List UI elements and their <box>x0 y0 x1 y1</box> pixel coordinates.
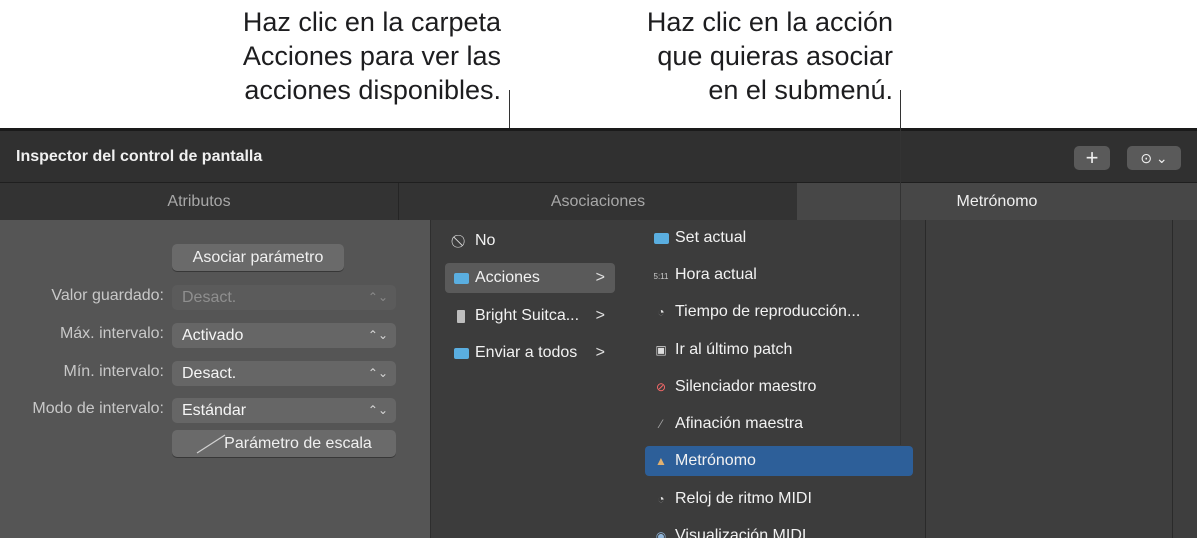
action-current-time[interactable]: 5:11 Hora actual <box>645 260 913 290</box>
stepper-icon: ⌃⌄ <box>367 328 388 342</box>
inspector-tabs: Atributos Asociaciones Metrónomo <box>0 182 1197 220</box>
action-midi-clock[interactable]: ◔ Reloj de ritmo MIDI <box>645 484 913 514</box>
stepper-icon: ⌃⌄ <box>367 366 388 380</box>
mapping-column-4 <box>1173 220 1197 538</box>
callout-actions-folder: Haz clic en la carpeta Acciones para ver… <box>243 5 501 107</box>
folder-icon <box>453 263 469 293</box>
min-range-value: Desact. <box>182 365 237 382</box>
action-label: Silenciador maestro <box>675 378 817 395</box>
callout-line: Haz clic en la carpeta <box>242 7 501 37</box>
range-mode-value: Estándar <box>182 402 247 419</box>
action-label: Set actual <box>675 229 747 246</box>
midi-display-icon: ◉ <box>655 529 667 538</box>
folder-icon <box>652 223 670 253</box>
stored-value-select[interactable]: Desact. ⌃⌄ <box>172 285 396 310</box>
action-label: Metrónomo <box>675 452 756 469</box>
chevron-right-icon: > <box>595 344 605 361</box>
list-item-no[interactable]: ⃠ No <box>445 226 615 256</box>
inspector-header: Inspector del control de pantalla + ⊙ ⌄ <box>0 131 1197 182</box>
mute-icon: ⊘ <box>655 380 667 394</box>
patch-icon: ▣ <box>655 343 667 357</box>
action-playback-time[interactable]: ◔ Tiempo de reproducción... <box>645 297 913 327</box>
action-label: Ir al último patch <box>675 341 793 358</box>
max-range-value: Activado <box>182 327 244 344</box>
callout-line: Haz clic en la acción <box>646 7 893 37</box>
action-label: Tiempo de reproducción... <box>675 303 861 320</box>
chevron-right-icon: > <box>595 307 605 324</box>
list-item-device[interactable]: Bright Suitca... > <box>445 301 615 331</box>
action-master-mute[interactable]: ⊘ Silenciador maestro <box>645 372 913 402</box>
add-button[interactable]: + <box>1074 146 1110 170</box>
timer-icon: ◔ <box>657 305 665 319</box>
action-midi-display[interactable]: ◉ Visualización MIDI <box>645 521 913 538</box>
scale-parameter-button[interactable]: Parámetro de escala <box>172 430 396 457</box>
metronome-icon: ▲ <box>655 454 667 468</box>
action-label: Afinación maestra <box>675 415 804 432</box>
range-mode-label: Modo de intervalo: <box>32 400 164 417</box>
callout-line: que quieras asociar <box>657 41 893 71</box>
scale-parameter-label: Parámetro de escala <box>224 435 372 452</box>
stored-value-label: Valor guardado: <box>51 287 164 304</box>
action-label: Visualización MIDI <box>675 527 807 538</box>
device-icon <box>453 301 469 331</box>
callout-line: acciones disponibles. <box>244 75 501 105</box>
stepper-icon: ⌃⌄ <box>367 290 388 304</box>
list-item-send-to-all[interactable]: Enviar a todos > <box>445 338 615 368</box>
more-options-button[interactable]: ⊙ ⌄ <box>1127 146 1181 170</box>
mapping-column-3 <box>926 220 1173 538</box>
chevron-right-icon: > <box>595 269 605 286</box>
action-master-tuning[interactable]: ⁄ Afinación maestra <box>645 409 913 439</box>
stepper-icon: ⌃⌄ <box>367 403 388 417</box>
callout-line: Acciones para ver las <box>242 41 501 71</box>
action-current-set[interactable]: Set actual <box>645 223 913 253</box>
action-metronome[interactable]: ▲ Metrónomo <box>645 446 913 476</box>
clock-icon: 5:11 <box>653 272 669 281</box>
callout-submenu-action: Haz clic en la acción que quieras asocia… <box>647 5 893 107</box>
list-item-label: Acciones <box>475 269 540 286</box>
scale-curve-icon <box>196 434 226 454</box>
max-range-label: Máx. intervalo: <box>59 325 164 342</box>
screen-control-inspector: Inspector del control de pantalla + ⊙ ⌄ … <box>0 128 1197 538</box>
tuning-icon: ⁄ <box>659 417 662 431</box>
stored-value-value: Desact. <box>182 289 237 306</box>
folder-icon <box>453 338 469 368</box>
action-last-patch[interactable]: ▣ Ir al último patch <box>645 335 913 365</box>
mapping-column-2: Set actual 5:11 Hora actual ◔ Tiempo de re… <box>629 220 926 538</box>
attributes-pane: Asociar parámetro Valor guardado: Desact… <box>0 220 430 538</box>
mapping-column-1: ⃠ No Acciones > Bright Suitca... > Enviar… <box>430 220 630 538</box>
tab-mappings[interactable]: Asociaciones <box>399 183 797 220</box>
list-item-actions-folder[interactable]: Acciones > <box>445 263 615 293</box>
list-item-label: Bright Suitca... <box>475 307 580 324</box>
action-label: Hora actual <box>675 266 757 283</box>
callout-line: en el submenú. <box>708 75 893 105</box>
tab-attributes[interactable]: Atributos <box>0 183 399 220</box>
min-range-label: Mín. intervalo: <box>63 363 164 380</box>
list-item-label: No <box>475 232 496 249</box>
inspector-title: Inspector del control de pantalla <box>16 148 263 165</box>
callout-leader-line-right <box>900 90 901 445</box>
min-range-select[interactable]: Desact. ⌃⌄ <box>172 361 396 386</box>
action-label: Reloj de ritmo MIDI <box>675 490 812 507</box>
max-range-select[interactable]: Activado ⌃⌄ <box>172 323 396 348</box>
assign-parameter-button[interactable]: Asociar parámetro <box>172 244 344 271</box>
midi-clock-icon: ◔ <box>657 492 665 506</box>
list-item-label: Enviar a todos <box>475 344 578 361</box>
no-icon: ⃠ <box>453 226 469 256</box>
tab-metronome[interactable]: Metrónomo <box>797 183 1197 220</box>
range-mode-select[interactable]: Estándar ⌃⌄ <box>172 398 396 423</box>
